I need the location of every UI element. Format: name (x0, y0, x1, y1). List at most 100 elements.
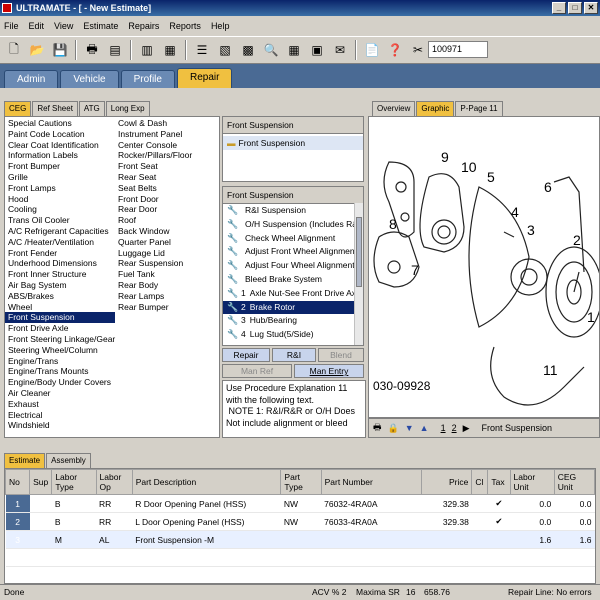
col-part-description[interactable]: Part Description (131, 469, 282, 495)
table-icon[interactable]: ▧ (215, 40, 235, 60)
category-item[interactable]: Hood (5, 194, 115, 205)
minimize-button[interactable]: _ (552, 2, 566, 14)
tools-icon[interactable]: ✂ (408, 40, 428, 60)
ri-button[interactable]: R&I (272, 348, 316, 362)
category-item[interactable]: Seat Belts (115, 183, 219, 194)
category-item[interactable]: Rear Body (115, 280, 219, 291)
table-row[interactable]: 2 B RR L Door Opening Panel (HSS) NW 76033-4R… (5, 512, 595, 531)
category-item[interactable]: Rocker/Pillars/Floor (115, 150, 219, 161)
category-item[interactable]: Air Cleaner (5, 388, 115, 399)
category-item[interactable]: Back Window (115, 226, 219, 237)
man-entry-button[interactable]: Man Entry (294, 364, 364, 378)
tab-ceg[interactable]: CEG (4, 101, 32, 116)
books-icon[interactable]: ▥ (137, 40, 157, 60)
category-item[interactable]: Front Fender (5, 248, 115, 259)
arrow-up-icon[interactable]: ▲ (420, 423, 429, 433)
arrow-down-icon[interactable]: ▼ (405, 423, 414, 433)
category-item[interactable]: Engine/Trans (5, 356, 115, 367)
col-labor-type[interactable]: Labor Type (51, 469, 97, 495)
print-preview-icon[interactable]: ▤ (105, 40, 125, 60)
operations-scrollbar[interactable] (354, 203, 363, 345)
col-tax[interactable]: Tax (487, 469, 511, 495)
category-item[interactable]: Trans Oil Cooler (5, 215, 115, 226)
category-item[interactable]: Fuel Tank (115, 269, 219, 280)
calculator-icon[interactable]: ▦ (284, 40, 304, 60)
category-item[interactable]: Information Labels (5, 150, 115, 161)
col-labor-unit[interactable]: Labor Unit (509, 469, 555, 495)
tree-folder-item[interactable]: ▬ Front Suspension (223, 136, 363, 150)
menu-repairs[interactable]: Repairs (128, 21, 159, 31)
category-item[interactable]: Wheel (5, 302, 115, 313)
binder-icon[interactable]: ▦ (160, 40, 180, 60)
table-row[interactable]: 3 M AL Front Suspension -M 1.6 1.6 (5, 530, 595, 549)
tab-long-exp[interactable]: Long Exp (105, 101, 150, 116)
category-item[interactable]: Front Inner Structure (5, 269, 115, 280)
operation-item[interactable]: 🔧 Adjust Four Wheel Alignment (223, 259, 355, 273)
menu-estimate[interactable]: Estimate (83, 21, 118, 31)
tab-overview[interactable]: Overview (372, 101, 416, 116)
category-item[interactable]: Exhaust (5, 399, 115, 410)
tab-vehicle[interactable]: Vehicle (60, 70, 119, 88)
category-item[interactable]: Steering Wheel/Column (5, 345, 115, 356)
operation-item[interactable]: 🔧 Bleed Brake System (223, 273, 355, 287)
category-item[interactable]: Cowl & Dash (115, 118, 219, 129)
operation-item[interactable]: 🔧 2 Brake Rotor (223, 300, 355, 315)
col-part-number[interactable]: Part Number (320, 469, 423, 495)
category-item[interactable]: ABS/Brakes (5, 291, 115, 302)
tab-assembly[interactable]: Assembly (46, 453, 91, 468)
operation-item[interactable]: 🔧 R&I Suspension (223, 204, 355, 218)
grid-icon[interactable]: ▩ (238, 40, 258, 60)
operation-item[interactable]: 🔧 Adjust Front Wheel Alignment (223, 245, 355, 259)
maximize-button[interactable]: □ (568, 2, 582, 14)
tab-p-page[interactable]: P-Page 11 (455, 101, 503, 116)
category-item[interactable]: Roof (115, 215, 219, 226)
repair-button[interactable]: Repair (222, 348, 270, 362)
category-item[interactable]: Rear Seat (115, 172, 219, 183)
category-item[interactable]: Engine/Body Under Covers (5, 377, 115, 388)
close-button[interactable]: ✕ (584, 2, 598, 14)
man-ref-button[interactable]: Man Ref (222, 364, 292, 378)
category-item[interactable]: Rear Door (115, 204, 219, 215)
print-icon[interactable]: 🖶 (82, 40, 102, 60)
category-item[interactable]: Front Bumper (5, 161, 115, 172)
category-item[interactable]: Quarter Panel (115, 237, 219, 248)
category-item[interactable]: Electrical (5, 410, 115, 421)
tab-atg[interactable]: ATG (78, 101, 105, 116)
tab-repair[interactable]: Repair (176, 68, 233, 88)
category-item[interactable]: Windshield (5, 420, 115, 431)
menu-reports[interactable]: Reports (169, 21, 201, 31)
col-sup[interactable]: Sup (29, 469, 53, 495)
category-item[interactable]: A/C Refrigerant Capacities (5, 226, 115, 237)
list-icon[interactable]: ☰ (192, 40, 212, 60)
menu-edit[interactable]: Edit (29, 21, 45, 31)
save-icon[interactable]: 💾 (50, 40, 70, 60)
page-1-link[interactable]: 1 (441, 423, 446, 433)
table-row[interactable]: 1 B RR R Door Opening Panel (HSS) NW 76032-4R… (5, 494, 595, 513)
help-icon[interactable]: ❓ (385, 40, 405, 60)
category-item[interactable]: Rear Lamps (115, 291, 219, 302)
category-item[interactable]: Grille (5, 172, 115, 183)
tab-graphic[interactable]: Graphic (416, 101, 455, 116)
menu-help[interactable]: Help (211, 21, 230, 31)
tab-profile[interactable]: Profile (120, 70, 175, 88)
col-part-type[interactable]: Part Type (280, 469, 322, 495)
new-doc-icon[interactable]: 🗋 (4, 40, 24, 60)
operation-item[interactable]: 🔧 1 Axle Nut-See Front Drive Axl... (223, 287, 355, 301)
tab-ref-sheet[interactable]: Ref Sheet (32, 101, 78, 116)
category-item[interactable]: Paint Code Location (5, 129, 115, 140)
category-item[interactable]: A/C /Heater/Ventilation (5, 237, 115, 248)
col-cl[interactable]: Cl (471, 469, 489, 495)
print-icon[interactable]: 🖶 (373, 420, 382, 436)
lock-icon[interactable]: 🔒 (388, 423, 399, 434)
category-item[interactable]: Instrument Panel (115, 129, 219, 140)
operation-item[interactable]: 🔧 O/H Suspension (Includes R&I) (223, 218, 355, 232)
category-item[interactable]: Special Cautions (5, 118, 115, 129)
open-folder-icon[interactable]: 📂 (27, 40, 47, 60)
document-icon[interactable]: 📄 (362, 40, 382, 60)
category-item[interactable]: Center Console (115, 140, 219, 151)
category-item[interactable]: Luggage Lid (115, 248, 219, 259)
category-item[interactable]: Rear Suspension (115, 258, 219, 269)
category-item[interactable]: Front Drive Axle (5, 323, 115, 334)
category-item[interactable]: Air Bag System (5, 280, 115, 291)
category-item[interactable]: Front Door (115, 194, 219, 205)
